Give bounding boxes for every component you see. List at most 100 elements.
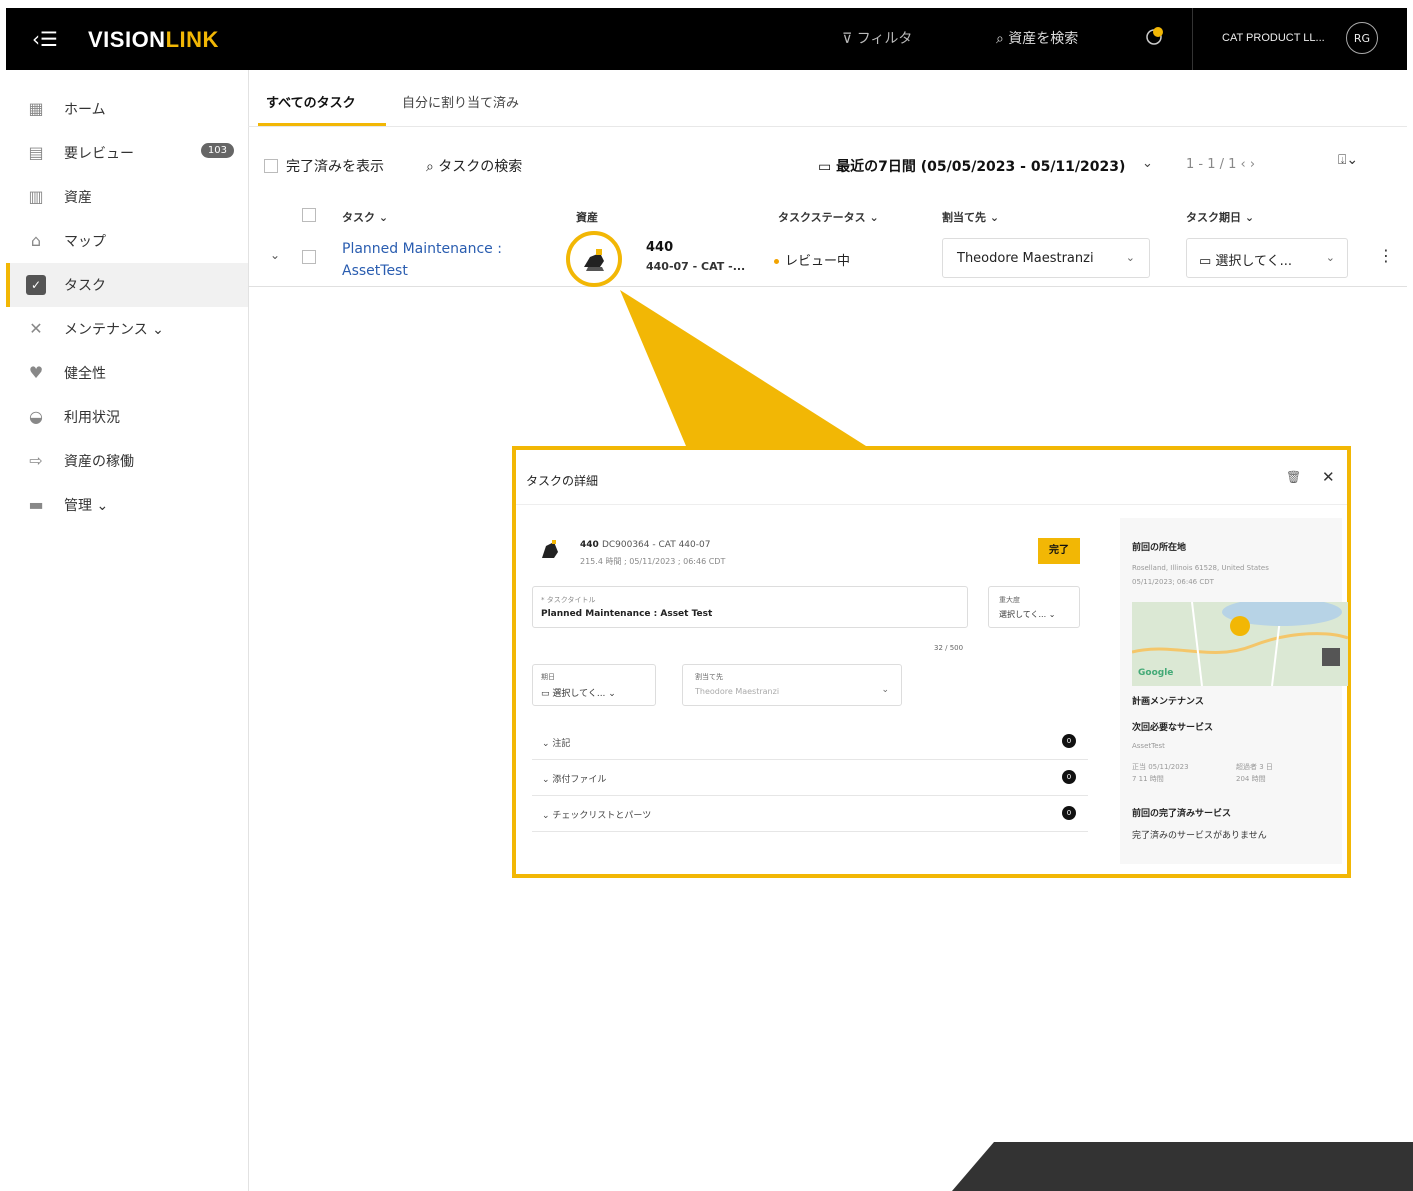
task-icon: ✓ <box>26 275 46 295</box>
filter-button[interactable]: ⊽ フィルタ <box>842 28 912 48</box>
sidebar-item-utilization[interactable]: ◒ 利用状況 <box>6 395 248 439</box>
show-completed-checkbox[interactable] <box>264 159 278 173</box>
panel-side-info: 前回の所在地 Roselland, Illinois 61528, United… <box>1120 518 1348 864</box>
chevron-down-icon: ⌄ <box>881 685 889 695</box>
panel-title: タスクの詳細 <box>526 474 599 488</box>
panel-asset-name: 440 DC900364 - CAT 440-07 <box>580 540 711 550</box>
column-task[interactable]: タスク ⌄ <box>342 209 388 225</box>
sidebar-item-assets[interactable]: ▥ 資産 <box>6 175 248 219</box>
corner-decoration <box>952 1142 1413 1191</box>
asset-search-button[interactable]: ⌕ 資産を検索 <box>996 28 1078 48</box>
topbar-divider <box>1192 8 1193 70</box>
tab-assigned-to-me[interactable]: 自分に割り当て済み <box>402 92 519 111</box>
sidebar-item-health[interactable]: ♥ 健全性 <box>6 351 248 395</box>
row-checkbox[interactable] <box>302 250 316 264</box>
sidebar-item-maintenance[interactable]: ✕ メンテナンス ⌄ <box>6 307 248 351</box>
sidebar-item-tasks[interactable]: ✓ タスク <box>6 263 248 307</box>
chevron-down-icon[interactable]: ⌄ <box>1142 156 1153 171</box>
accordion-notes[interactable]: ⌄ 注記 0 <box>532 726 1088 760</box>
pagination: 1 - 1 / 1 ‹ › <box>1186 157 1256 172</box>
next-service-hours: 7 11 時間 <box>1132 775 1164 783</box>
asset-model: 440-07 - CAT -... <box>646 260 746 273</box>
notification-icon[interactable] <box>1142 24 1166 48</box>
column-due-date[interactable]: タスク期日 ⌄ <box>1186 209 1254 225</box>
task-tabs: すべてのタスク 自分に割り当て済み <box>248 70 1407 127</box>
next-service-due: 正当 05/11/2023 <box>1132 763 1189 771</box>
menu-toggle-icon[interactable]: ‹☰ <box>32 28 58 50</box>
location-map[interactable]: Google <box>1132 602 1348 686</box>
grid-icon: ▦ <box>28 99 44 118</box>
due-date-select[interactable]: ▭ 選択してく... ⌄ <box>1186 238 1348 278</box>
active-tab-indicator <box>258 123 386 126</box>
account-name[interactable]: CAT PRODUCT LL... <box>1222 32 1325 44</box>
gauge-icon: ◒ <box>29 407 43 426</box>
priority-select[interactable]: 重大度 選択してく... ⌄ <box>988 586 1080 628</box>
column-assignee[interactable]: 割当て先 ⌄ <box>942 209 999 225</box>
map-icon: ⌂ <box>30 231 42 250</box>
status-dot <box>774 259 779 264</box>
chevron-down-icon: ⌄ <box>1325 251 1335 264</box>
assignee-select[interactable]: Theodore Maestranzi ⌄ <box>942 238 1150 278</box>
kebab-menu-icon[interactable]: ⋮ <box>1378 246 1394 265</box>
next-service-name: AssetTest <box>1132 742 1165 750</box>
prev-page-icon[interactable]: ‹ <box>1236 157 1249 172</box>
last-service-empty: 完了済みのサービスがありません <box>1132 831 1267 841</box>
sidebar-item-review[interactable]: ▤ 要レビュー 103 <box>6 131 248 175</box>
filter-icon: ⊽ <box>842 31 857 47</box>
panel-due-date-select[interactable]: 期日 ▭ 選択してく... ⌄ <box>532 664 656 706</box>
next-page-icon[interactable]: › <box>1250 157 1255 172</box>
app-logo[interactable]: VISIONLINK <box>88 27 219 53</box>
overdue-hours: 204 時間 <box>1236 775 1266 783</box>
next-service-heading: 次回必要なサービス <box>1132 723 1214 733</box>
count-badge: 0 <box>1062 770 1076 784</box>
sidebar: ▦ ホーム ▤ 要レビュー 103 ▥ 資産 ⌂ マップ ✓ タスク ✕ メンテナンス ⌄ … <box>6 70 249 1191</box>
export-icon[interactable]: ⍗⌄ <box>1338 152 1358 168</box>
panel-asset-meta: 215.4 時間 ; 05/11/2023 ; 06:46 CDT <box>580 557 726 566</box>
tab-all-tasks[interactable]: すべてのタスク <box>266 92 356 111</box>
count-badge: 0 <box>1062 806 1076 820</box>
expand-row-icon[interactable]: ⌄ <box>270 248 280 262</box>
panel-divider <box>516 504 1347 505</box>
last-location-time: 05/11/2023; 06:46 CDT <box>1132 578 1214 586</box>
map-attribution: Google <box>1138 668 1174 678</box>
asset-name[interactable]: 440 <box>646 240 673 255</box>
select-all-checkbox[interactable] <box>302 208 316 222</box>
last-service-heading: 前回の完了済みサービス <box>1132 809 1232 819</box>
task-link[interactable]: Planned Maintenance : AssetTest <box>342 238 502 282</box>
table-row: ⌄ Planned Maintenance : AssetTest 440 44… <box>248 231 1407 287</box>
chevron-down-icon: ⌄ <box>1125 251 1135 264</box>
task-detail-panel: タスクの詳細 🗑 ✕ 440 DC900364 - CAT 440-07 215… <box>512 446 1351 878</box>
show-completed-toggle[interactable]: 完了済みを表示 <box>264 156 384 176</box>
asset-thumbnail[interactable] <box>566 231 622 287</box>
calendar-icon: ▭ <box>1199 254 1216 269</box>
panel-assignee-select[interactable]: 割当て先 Theodore Maestranzi ⌄ <box>682 664 902 706</box>
machine-icon <box>542 540 558 558</box>
status-badge: レビュー中 <box>774 250 850 269</box>
review-icon: ▤ <box>28 143 44 162</box>
count-badge: 0 <box>1062 734 1076 748</box>
date-range-selector[interactable]: ▭ 最近の7日間 (05/05/2023 - 05/11/2023) <box>818 156 1125 176</box>
search-icon: ⌕ <box>996 31 1009 47</box>
task-search-button[interactable]: ⌕ タスクの検索 <box>426 156 522 176</box>
last-location-heading: 前回の所在地 <box>1132 543 1187 553</box>
complete-button[interactable]: 完了 <box>1038 538 1080 564</box>
planned-maintenance-heading: 計画メンテナンス <box>1132 697 1204 707</box>
top-bar: ‹☰ VISIONLINK ⊽ フィルタ ⌕ 資産を検索 CAT PRODUCT… <box>6 8 1407 70</box>
accordion-attachments[interactable]: ⌄ 添付ファイル 0 <box>532 762 1088 796</box>
column-asset: 資産 <box>576 211 598 224</box>
operation-icon: ⇨ <box>29 451 43 470</box>
accordion-checklist-parts[interactable]: ⌄ チェックリストとパーツ 0 <box>532 798 1088 832</box>
table-header: タスク ⌄ 資産 タスクステータス ⌄ 割当て先 ⌄ タスク期日 ⌄ <box>248 205 1407 231</box>
sidebar-item-map[interactable]: ⌂ マップ <box>6 219 248 263</box>
calendar-icon: ▭ <box>541 689 553 699</box>
sidebar-item-operation[interactable]: ⇨ 資産の稼働 <box>6 439 248 483</box>
machine-icon <box>584 249 604 271</box>
task-title-field[interactable]: * タスクタイトル Planned Maintenance : Asset Te… <box>532 586 968 628</box>
overdue-days: 超過者 3 日 <box>1236 763 1273 771</box>
column-status[interactable]: タスクステータス ⌄ <box>778 209 879 225</box>
trash-icon[interactable]: 🗑 <box>1286 470 1301 484</box>
avatar[interactable]: RG <box>1346 22 1378 54</box>
sidebar-item-home[interactable]: ▦ ホーム <box>6 87 248 131</box>
sidebar-item-admin[interactable]: ▬ 管理 ⌄ <box>6 483 248 527</box>
close-icon[interactable]: ✕ <box>1322 468 1335 486</box>
